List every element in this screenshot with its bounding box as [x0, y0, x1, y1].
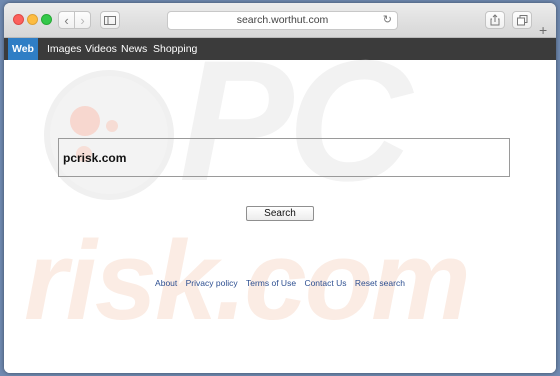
chevron-right-icon: ›	[80, 12, 85, 28]
footer-link-privacy-policy[interactable]: Privacy policy	[186, 278, 238, 288]
page-content: PC risk.com Search About Privacy policy …	[4, 35, 556, 373]
tabs-icon	[516, 14, 527, 25]
tab-videos[interactable]: Videos	[85, 38, 117, 60]
watermark-logo-icon	[44, 70, 174, 200]
minimize-window-button[interactable]	[27, 14, 38, 25]
close-window-button[interactable]	[13, 14, 24, 25]
search-input[interactable]	[58, 138, 510, 177]
browser-window: ‹ › search.worthut.com ↻ + Web Images Vi…	[4, 3, 556, 373]
zoom-window-button[interactable]	[41, 14, 52, 25]
tab-images[interactable]: Images	[47, 38, 81, 60]
chevron-left-icon: ‹	[64, 12, 69, 28]
footer-link-contact-us[interactable]: Contact Us	[304, 278, 346, 288]
watermark-pc: PC	[179, 25, 412, 217]
new-tab-button[interactable]: +	[539, 23, 547, 37]
footer-links: About Privacy policy Terms of Use Contac…	[4, 278, 556, 288]
search-button[interactable]: Search	[246, 206, 314, 221]
share-button[interactable]	[485, 11, 505, 29]
back-button[interactable]: ‹	[58, 11, 75, 29]
sidebar-toggle-button[interactable]	[100, 11, 120, 29]
sidebar-icon	[104, 15, 116, 25]
tab-news[interactable]: News	[121, 38, 147, 60]
tab-web[interactable]: Web	[8, 38, 38, 60]
share-icon	[490, 14, 500, 26]
footer-link-about[interactable]: About	[155, 278, 177, 288]
footer-link-terms-of-use[interactable]: Terms of Use	[246, 278, 296, 288]
forward-button[interactable]: ›	[74, 11, 91, 29]
footer-link-reset-search[interactable]: Reset search	[355, 278, 405, 288]
show-tabs-button[interactable]	[512, 11, 532, 29]
